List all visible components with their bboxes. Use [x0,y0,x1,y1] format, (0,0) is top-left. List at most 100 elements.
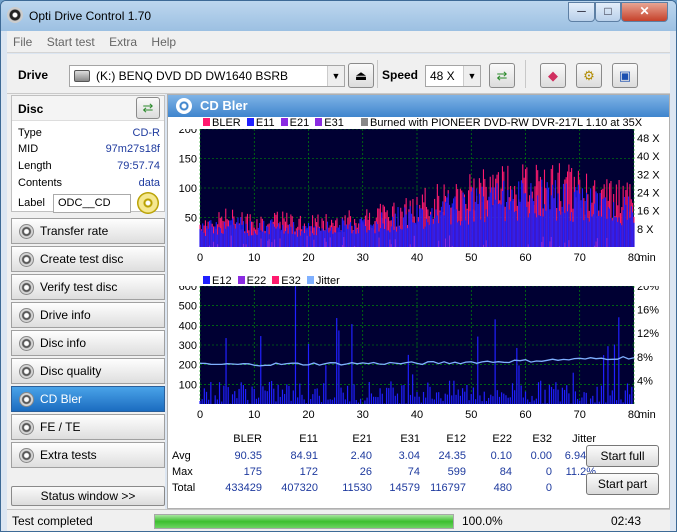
progress-bar [154,514,454,529]
status-text: Test completed [12,514,93,528]
legend-e11: E11 [255,117,275,129]
eject-icon: ⏏ [354,68,368,83]
disc-icon [176,98,192,114]
nav-transfer-rate[interactable]: Transfer rate [11,218,165,244]
y-tick-label: 50 [185,213,197,225]
y2-tick-label: 4% [637,375,653,387]
stats-row-label: Max [172,466,193,478]
menu-file[interactable]: File [7,31,37,49]
y2-tick-label: 16 X [637,206,660,218]
stats-header: BLER [233,433,262,445]
x-tick-label: 0 [197,252,203,264]
disc-refresh-button[interactable]: ⇄ [136,97,160,119]
drive-select[interactable]: (K:) BENQ DVD DD DW1640 BSRB ▼ [69,65,345,87]
y2-tick-label: 8% [637,352,653,364]
stats-cell: 2.40 [350,450,372,462]
save-button[interactable]: ▣ [612,63,638,88]
x-tick-label: 60 [519,252,531,264]
main-panel: CD Bler BLER E11 E21 E31 Burned with PIO… [167,94,670,509]
disc-value: 97m27s18f [105,143,160,155]
disc-value: CD-R [132,127,161,139]
start-full-button[interactable]: Start full [586,445,659,467]
x-tick-label: 40 [411,252,423,264]
left-panel: Disc ⇄ Type CD-R MID 97m27s18f Length 79:57… [7,94,165,509]
menu-extra[interactable]: Extra [103,31,142,49]
disc-icon [19,448,34,463]
legend-swatch [280,118,288,126]
stats-header: E21 [352,433,372,445]
y2-tick-label: 20% [637,286,659,293]
toolbar-divider [525,60,526,88]
menu-start-test[interactable]: Start test [41,31,100,49]
nav-label: Disc quality [40,364,102,378]
legend-bler: BLER [212,117,241,129]
legend-swatch [237,276,245,284]
disc-icon [19,364,34,379]
gears-icon: ⚙ [583,68,595,83]
y-tick-label: 100 [179,183,197,195]
nav-disc-quality[interactable]: Disc quality [11,358,165,384]
stats-cell: 0.00 [530,450,552,462]
stats-header: E11 [299,433,318,445]
minimize-button[interactable]: ─ [568,2,595,22]
stats-cell: 24.35 [438,450,466,462]
chevron-down-icon[interactable]: ▼ [463,66,480,86]
legend-swatch [246,118,254,126]
chevron-down-icon[interactable]: ▼ [327,66,344,86]
refresh-icon: ⇄ [496,68,508,83]
bler-chart: 50 100 150 200 8 X 16 X 24 X 32 X 40 X 48 X 0 10 20 3… [179,129,660,264]
app-disc-icon [7,7,23,23]
status-window-button[interactable]: Status window >> [11,486,165,506]
y-tick-label: 600 [179,286,197,293]
y-tick-label: 400 [179,320,197,332]
y-tick-label: 200 [179,129,197,136]
nav-create-test-disc[interactable]: Create test disc [11,246,165,272]
x-tick-label: 30 [357,252,369,264]
y2-tick-label: 12% [637,328,659,340]
x-axis-label: min [638,252,656,264]
floppy-icon: ▣ [618,68,632,83]
title-bar[interactable]: Opti Drive Control 1.70 ─ □ ✕ [1,1,676,31]
y-tick-label: 150 [179,154,197,166]
eject-button[interactable]: ⏏ [348,63,374,88]
refresh-button[interactable]: ⇄ [489,63,515,88]
stats-cell: 175 [243,466,262,478]
erase-button[interactable]: ◆ [540,63,566,88]
nav-drive-info[interactable]: Drive info [11,302,165,328]
legend-swatch [361,118,368,126]
options-button[interactable]: ⚙ [576,63,602,88]
e12-jitter-chart: 100 200 300 400 500 600 4% 8% 12% 16% 20% 0 10 20 30 40… [179,286,659,421]
nav-extra-tests[interactable]: Extra tests [11,442,165,468]
legend-swatch [315,118,323,126]
x-tick-label: 70 [574,252,586,264]
close-button[interactable]: ✕ [621,2,668,22]
legend-swatch [272,276,280,284]
speed-value: 48 X [430,69,455,83]
disc-icon [19,280,34,295]
x-tick-label: 0 [197,409,203,421]
disc-label-field[interactable]: ODC__CD [53,194,131,213]
burned-info: Burned with PIONEER DVD-RW DVR-217L 1.10… [358,117,642,129]
speed-select[interactable]: 48 X ▼ [425,65,481,87]
start-part-button[interactable]: Start part [586,473,659,495]
nav-disc-info[interactable]: Disc info [11,330,165,356]
nav-fe-te[interactable]: FE / TE [11,414,165,440]
nav-cd-bler[interactable]: CD Bler [11,386,165,412]
disc-key: Type [18,127,42,139]
nav-verify-test-disc[interactable]: Verify test disc [11,274,165,300]
elapsed-time: 02:43 [611,514,642,528]
menu-help[interactable]: Help [145,31,181,49]
nav-label: FE / TE [40,420,81,434]
y2-tick-label: 16% [637,305,659,317]
disc-icon [19,392,34,407]
toolbar: Drive (K:) BENQ DVD DD DW1640 BSRB ▼ ⏏ S… [7,54,670,94]
y-tick-label: 200 [179,360,197,372]
y2-tick-label: 40 X [637,151,660,163]
maximize-button[interactable]: □ [595,2,621,22]
disc-label-icon[interactable] [137,192,159,214]
nav-label: Transfer rate [40,224,109,238]
drive-icon [74,70,90,82]
x-tick-label: 10 [248,409,260,421]
stats-header: Jitter [572,433,596,445]
x-tick-label: 70 [574,409,586,421]
